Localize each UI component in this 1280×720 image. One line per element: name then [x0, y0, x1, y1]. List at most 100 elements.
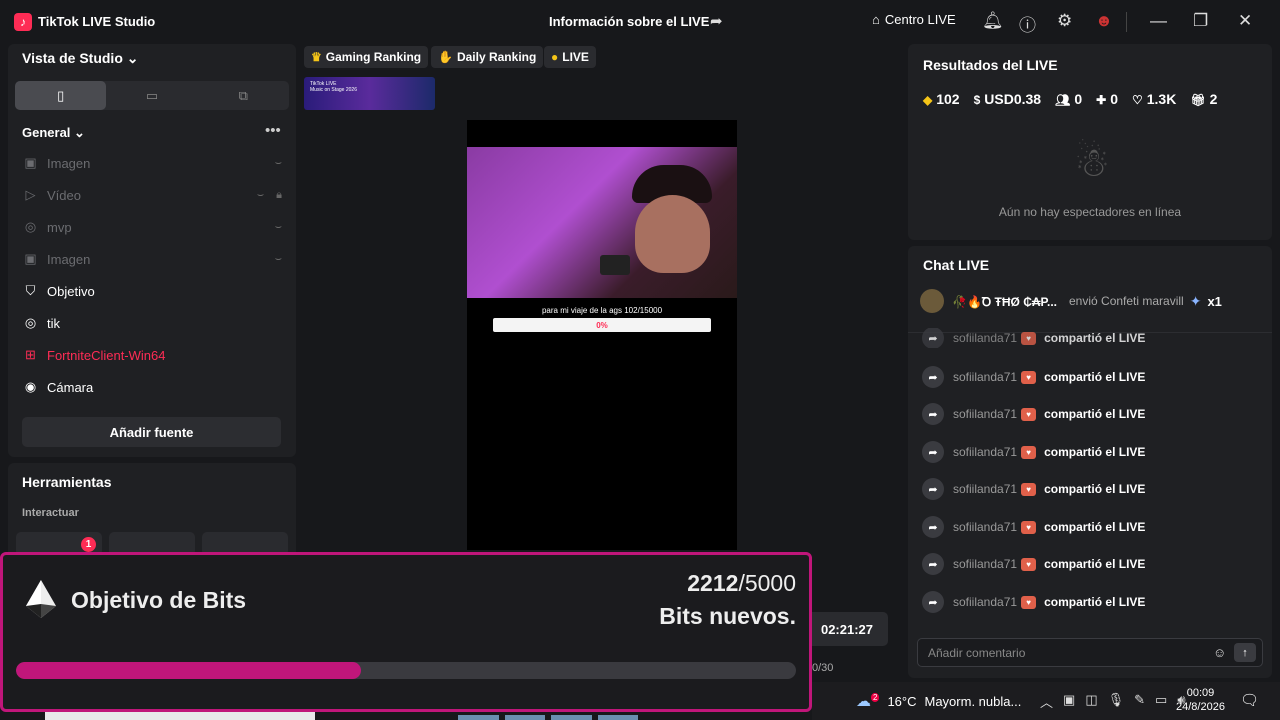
emoji-icon[interactable]: ☺	[1213, 645, 1226, 660]
bits-progress-fill	[16, 662, 362, 679]
share-icon: ➦	[922, 366, 944, 388]
member-badge-icon: ♥	[1021, 520, 1037, 534]
notification-badge: 1	[81, 537, 96, 552]
lock-icon[interactable]: 🔒︎	[276, 189, 282, 202]
source-item[interactable]: ▷ Vídeo ⌣ 🔒︎	[22, 185, 283, 205]
hidden-eye-icon[interactable]: ⌣	[257, 189, 264, 202]
member-badge-icon: ♥	[1021, 557, 1037, 571]
chat-username[interactable]: sofiilanda71	[953, 445, 1017, 459]
source-item[interactable]: ▣ Imagen ⌣	[22, 153, 282, 173]
viewers-icon: 👥︎	[1055, 93, 1071, 107]
avatar[interactable]	[920, 289, 944, 313]
more-options-icon[interactable]: •••	[265, 122, 281, 139]
source-item[interactable]: ◎ tik	[22, 313, 282, 333]
hidden-eye-icon[interactable]: ⌣	[275, 221, 282, 234]
user-avatar-icon[interactable]: ☻	[1095, 11, 1113, 31]
cloud-icon: ☁ 2	[856, 693, 880, 710]
chat-username[interactable]: sofiilanda71	[953, 331, 1017, 345]
source-item[interactable]: ◉ Cámara	[22, 377, 282, 397]
member-badge-icon: ♥	[1021, 482, 1037, 496]
chat-username[interactable]: sofiilanda71	[953, 370, 1017, 384]
send-button[interactable]: ↑	[1234, 643, 1256, 662]
chat-username[interactable]: sofiilanda71	[953, 520, 1017, 534]
source-item[interactable]: ⊞ FortniteClient-Win64	[22, 345, 282, 365]
chat-row: ➦ sofiilanda71 ♥ compartió el LIVE	[922, 590, 1145, 614]
event-banner[interactable]: TikTok LIVE Music on Stage 2026	[304, 77, 435, 110]
chat-username[interactable]: sofiilanda71	[953, 482, 1017, 496]
diamond-icon: ◆	[923, 93, 933, 107]
member-badge-icon: ♥	[1021, 407, 1037, 421]
help-icon[interactable]: ⓘ	[1019, 11, 1036, 36]
confetti-icon: ✦	[1189, 292, 1202, 309]
gaming-ranking-tag[interactable]: ♛ Gaming Ranking	[304, 46, 429, 68]
taskbar-app-icon[interactable]	[504, 715, 545, 720]
gift-message: envió Confeti maravill	[1069, 294, 1184, 308]
coin-icon: ●	[551, 50, 559, 64]
portrait-layout-button[interactable]: ▯	[15, 81, 107, 110]
hidden-eye-icon[interactable]: ⌣	[275, 157, 282, 170]
camera-feed-subject	[635, 195, 710, 273]
app-tray-icon[interactable]: ◫	[1085, 692, 1097, 711]
microphone-icon[interactable]: 🎙︎	[1108, 692, 1125, 711]
chevron-up-icon[interactable]: ︿	[1040, 692, 1053, 711]
title-bar: ♪ TikTok LIVE Studio Información sobre e…	[0, 0, 1280, 44]
source-item[interactable]: ▣ Imagen ⌣	[22, 249, 282, 269]
gift-notification: 🥀🔥Ꝺ ŦĦØ ₵₳P... envió Confeti maravill ✦ …	[920, 287, 1260, 315]
notifications-icon[interactable]: 🗨︎	[1240, 691, 1259, 709]
camera-feed-phone	[600, 255, 630, 275]
share-icon: ➦	[922, 478, 944, 500]
network-icon[interactable]: ▭	[1155, 692, 1167, 711]
comment-input[interactable]: Añadir comentario	[917, 638, 1263, 667]
chat-username[interactable]: sofiilanda71	[953, 595, 1017, 609]
chat-row: ➦ sofiilanda71 ♥ compartió el LIVE	[922, 365, 1145, 389]
share-icon[interactable]: ➦	[710, 12, 723, 30]
dual-layout-button[interactable]: ⧉	[198, 81, 289, 110]
bits-goal-title: Objetivo de Bits	[71, 587, 247, 613]
daily-ranking-tag[interactable]: ✋ Daily Ranking	[431, 46, 544, 68]
share-icon: ➦	[922, 516, 944, 538]
general-scene-dropdown[interactable]: General ⌄	[22, 125, 85, 141]
camera-icon: ◉	[24, 379, 37, 394]
interact-label: Interactuar	[22, 507, 79, 519]
restore-icon[interactable]: ❐	[1193, 11, 1208, 31]
chat-row: ➦ sofiilanda71 ♥ compartió el LIVE	[922, 477, 1145, 501]
crown-icon: ♛	[311, 50, 322, 64]
taskbar-app-icon[interactable]	[551, 715, 592, 720]
settings-icon[interactable]: ⚙	[1057, 11, 1072, 31]
chat-row: ➦ sofiilanda71 ♥ compartió el LIVE	[922, 515, 1145, 539]
divider	[1126, 12, 1127, 32]
share-icon: ➦	[922, 441, 944, 463]
video-icon: ▷	[25, 187, 36, 202]
image-icon: ▣	[24, 251, 37, 266]
studio-view-dropdown[interactable]: Vista de Studio ⌄	[22, 50, 139, 67]
close-icon[interactable]: ✕	[1238, 11, 1252, 31]
live-timer: 02:21:27	[806, 612, 888, 646]
app-tray-icon[interactable]: ▣	[1063, 692, 1075, 711]
chat-action: compartió el LIVE	[1044, 370, 1146, 384]
weather-widget[interactable]: ☁ 2 16°C Mayorm. nubla...	[856, 692, 1021, 710]
landscape-layout-button[interactable]: ▭	[106, 81, 197, 110]
chat-action: compartió el LIVE	[1044, 482, 1146, 496]
live-info-link[interactable]: Información sobre el LIVE	[549, 14, 709, 29]
counter-text: 0/30	[812, 662, 834, 674]
hidden-eye-icon[interactable]: ⌣	[275, 253, 282, 266]
gift-username[interactable]: 🥀🔥Ꝺ ŦĦØ ₵₳P...	[952, 293, 1057, 310]
taskbar-app-icon[interactable]	[458, 715, 499, 720]
pen-icon[interactable]: ✎	[1134, 692, 1145, 711]
centro-live-button[interactable]: ⌂ Centro LIVE	[872, 12, 956, 27]
minimize-icon[interactable]: —	[1150, 11, 1167, 31]
chat-username[interactable]: sofiilanda71	[953, 557, 1017, 571]
taskbar-clock[interactable]: 00:09 24/8/2026	[1176, 686, 1225, 714]
live-tag[interactable]: ● LIVE	[544, 46, 596, 68]
chat-title: Chat LIVE	[923, 257, 990, 273]
chat-action: compartió el LIVE	[1044, 331, 1146, 345]
chat-username[interactable]: sofiilanda71	[953, 407, 1017, 421]
app-name: TikTok LIVE Studio	[38, 14, 156, 29]
source-item[interactable]: ◎ mvp ⌣	[22, 217, 282, 237]
add-source-button[interactable]: Añadir fuente	[22, 417, 281, 447]
bell-icon[interactable]: 🔔︎	[982, 11, 1004, 31]
source-item[interactable]: ⛉ Objetivo	[22, 281, 282, 301]
taskbar-strip	[45, 712, 315, 720]
chat-row: ➦ sofiilanda71 ♥ compartió el LIVE	[922, 402, 1145, 426]
taskbar-app-icon[interactable]	[597, 715, 638, 720]
